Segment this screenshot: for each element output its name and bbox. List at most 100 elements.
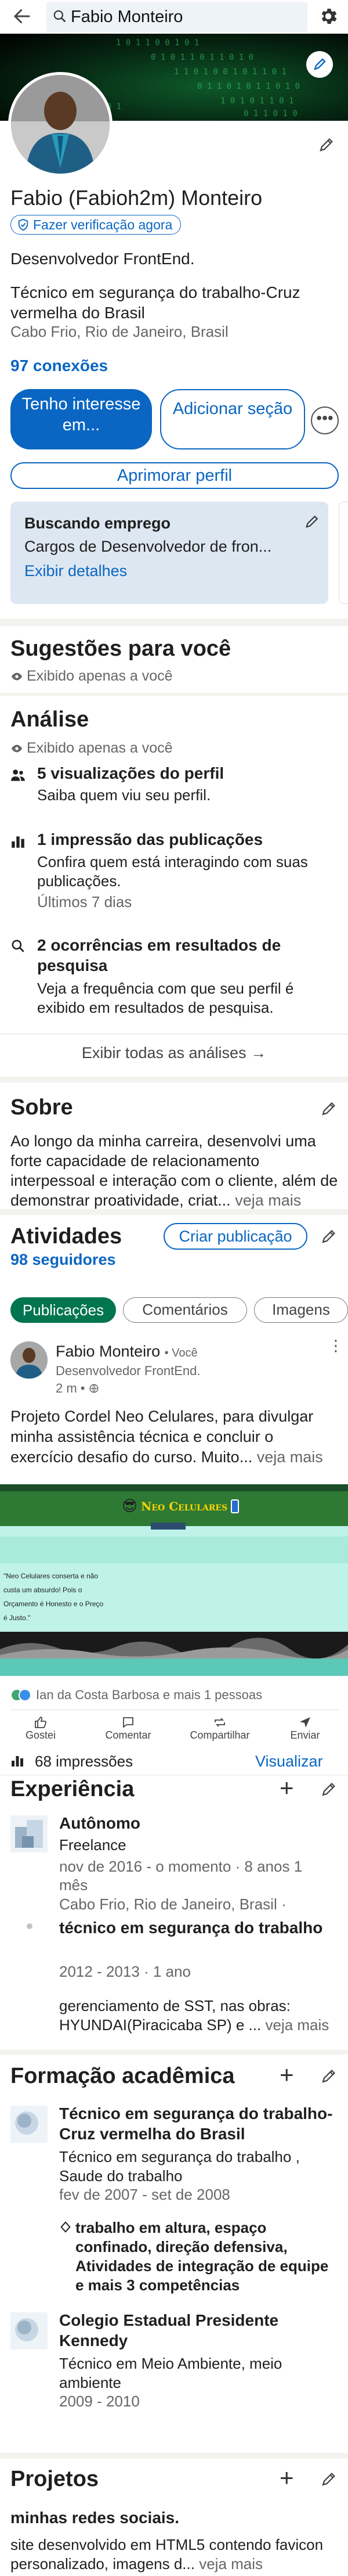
search-input[interactable]: Fabio Monteiro xyxy=(46,2,307,32)
analytics-visibility: Exibido apenas a você xyxy=(10,740,173,757)
analytics-item-title: 2 ocorrências em resultados de pesquisa xyxy=(37,936,281,974)
back-arrow-icon[interactable] xyxy=(12,6,32,27)
svg-text:0 1 1 0 1 0: 0 1 1 0 1 0 xyxy=(244,109,298,118)
school-logo xyxy=(10,2312,48,2350)
experience-item[interactable]: técnico em segurança do trabalho 2012 - … xyxy=(10,1917,341,2039)
next-card-peek[interactable] xyxy=(339,502,348,604)
post-more-options-icon[interactable]: ⋮ xyxy=(328,1338,343,1353)
analytics-item-search-appearances[interactable]: 2 ocorrências em resultados de pesquisa … xyxy=(10,935,341,1016)
post-see-more-link[interactable]: veja mais xyxy=(257,1448,323,1466)
suggestions-visibility: Exibido apenas a você xyxy=(10,668,173,685)
analytics-item-desc: Confira quem está interagindo com suas p… xyxy=(37,853,308,890)
experience-company: Freelance xyxy=(59,1836,126,1854)
add-education-icon[interactable]: + xyxy=(280,2063,294,2087)
company-logo xyxy=(10,1815,48,1852)
project-see-more-link[interactable]: veja mais xyxy=(199,2555,263,2573)
analytics-item-title: 1 impressão das publicações xyxy=(37,830,263,848)
tab-comments[interactable]: Comentários xyxy=(123,1297,247,1323)
globe-icon xyxy=(89,1383,99,1394)
like-label: Gostei xyxy=(25,1729,56,1741)
eye-icon xyxy=(10,670,23,683)
post-author-line: Fabio Monteiro • Você xyxy=(56,1343,198,1361)
edit-projects-icon[interactable] xyxy=(320,2470,338,2488)
edit-open-to-work-icon[interactable] xyxy=(304,513,320,530)
project-desc-text: site desenvolvido em HTML5 contendo favi… xyxy=(10,2536,324,2573)
add-experience-icon[interactable]: + xyxy=(280,1776,294,1800)
verify-button[interactable]: Fazer verificação agora xyxy=(10,215,182,235)
share-action[interactable]: Compartilhar xyxy=(182,1715,258,1742)
school-name: Colegio Estadual Presidente Kennedy xyxy=(59,2311,279,2350)
suggestions-visibility-text: Exibido apenas a você xyxy=(27,668,173,684)
about-see-more-link[interactable]: veja mais xyxy=(235,1192,301,1209)
reaction-icons xyxy=(10,1689,31,1701)
sunglasses-emoji-icon: 😎 xyxy=(122,1497,138,1514)
open-to-work-details-link[interactable]: Exibir detalhes xyxy=(24,562,127,580)
open-to-button[interactable]: Tenho interesse em... xyxy=(10,389,152,449)
analytics-item-period: Últimos 7 dias xyxy=(37,893,132,911)
edit-education-icon[interactable] xyxy=(320,2067,338,2085)
experience-title: Experiência xyxy=(10,1777,135,1801)
school-name: Técnico em segurança do trabalho-Cruz ve… xyxy=(59,2104,333,2143)
edit-cover-button[interactable] xyxy=(306,51,333,78)
experience-desc-text: gerenciamento de SST, nas obras: HYUNDAI… xyxy=(59,1997,291,2034)
experience-desc: gerenciamento de SST, nas obras: HYUNDAI… xyxy=(59,1996,341,2035)
enhance-profile-button[interactable]: Aprimorar perfil xyxy=(10,462,339,489)
bar-chart-icon xyxy=(10,834,26,849)
education-skills: trabalho em altura, espaço confinado, di… xyxy=(75,2219,329,2294)
post-avatar[interactable] xyxy=(10,1341,48,1379)
education-dates: 2009 - 2010 xyxy=(59,2392,140,2410)
experience-card: Experiência + Autônomo Freelance nov de … xyxy=(0,1776,348,2050)
view-impressions-link[interactable]: Visualizar xyxy=(255,1753,323,1771)
edit-activity-icon[interactable] xyxy=(320,1228,338,1245)
people-icon xyxy=(10,768,26,783)
projects-title: Projetos xyxy=(10,2467,99,2491)
analytics-item-profile-views[interactable]: 5 visualizações do perfil Saiba quem viu… xyxy=(10,764,341,811)
post-image[interactable]: 😎 Neo Celulares "Neo Celulares conserta … xyxy=(0,1484,348,1676)
analytics-item-post-impressions[interactable]: 1 impressão das publicações Confira quem… xyxy=(10,830,341,923)
education-title: Formação acadêmica xyxy=(10,2064,235,2088)
about-card: Sobre Ao longo da minha carreira, desenv… xyxy=(0,1082,348,1209)
activity-card: Atividades 98 seguidores Criar publicaçã… xyxy=(0,1215,348,1771)
edit-experience-icon[interactable] xyxy=(320,1780,338,1798)
comment-label: Comentar xyxy=(105,1729,151,1741)
thumbs-up-icon xyxy=(34,1715,48,1729)
experience-title: Autônomo xyxy=(59,1814,140,1832)
post-reactions[interactable]: Ian da Costa Barbosa e mais 1 pessoas xyxy=(10,1688,262,1703)
analytics-card: Análise Exibido apenas a você 5 visualiz… xyxy=(0,696,348,1077)
banner-quote: "Neo Celulares conserta e não custa um a… xyxy=(3,1572,104,1622)
svg-text:0 1 1 0 1 0 1 1 0 1 0: 0 1 1 0 1 0 1 1 0 1 0 xyxy=(197,82,300,91)
followers-count[interactable]: 98 seguidores xyxy=(10,1251,116,1269)
svg-text:1 0 1 0 1 1 0 1: 1 0 1 0 1 1 0 1 xyxy=(220,96,293,106)
edit-intro-icon[interactable] xyxy=(318,136,335,153)
project-title[interactable]: minhas redes sociais. xyxy=(10,2509,179,2527)
experience-see-more-link[interactable]: veja mais xyxy=(265,2016,329,2034)
add-section-button[interactable]: Adicionar seção xyxy=(160,389,305,449)
experience-item[interactable]: Autônomo Freelance nov de 2016 - o momen… xyxy=(10,1813,341,1913)
more-options-button[interactable]: ••• xyxy=(311,406,339,434)
tab-posts[interactable]: Publicações xyxy=(10,1297,116,1323)
education-item[interactable]: Técnico em segurança do trabalho-Cruz ve… xyxy=(10,2103,341,2295)
post-author[interactable]: Fabio Monteiro xyxy=(56,1343,160,1360)
send-action[interactable]: Enviar xyxy=(276,1715,334,1742)
comment-action[interactable]: Comentar xyxy=(96,1715,160,1742)
experience-location: Cabo Frio, Rio de Janeiro, Brasil · xyxy=(59,1895,287,1913)
tab-images[interactable]: Imagens xyxy=(254,1297,348,1323)
post-text: Projeto Cordel Neo Celulares, para divul… xyxy=(10,1406,340,1467)
experience-dates: 2012 - 2013 · 1 ano xyxy=(59,1963,191,1980)
education-item[interactable]: Colegio Estadual Presidente Kennedy Técn… xyxy=(10,2310,341,2444)
edit-about-icon[interactable] xyxy=(320,1100,338,1117)
like-action[interactable]: Gostei xyxy=(12,1715,70,1742)
about-title: Sobre xyxy=(10,1095,73,1120)
connections-link[interactable]: 97 conexões xyxy=(10,357,108,375)
impressions-count: 68 impressões xyxy=(35,1753,133,1770)
avatar[interactable] xyxy=(8,72,113,177)
open-to-work-text: Cargos de Desenvolvedor de fron... xyxy=(24,538,272,555)
add-project-icon[interactable]: + xyxy=(280,2466,294,2490)
create-post-button[interactable]: Criar publicação xyxy=(164,1223,307,1250)
like-reaction-icon xyxy=(19,1689,31,1701)
school-logo xyxy=(10,2106,48,2143)
show-all-analytics-link[interactable]: Exibir todas as análises → xyxy=(0,1044,348,1062)
analytics-item-title: 5 visualizações do perfil xyxy=(37,764,224,782)
open-to-work-box[interactable]: Buscando emprego Cargos de Desenvolvedor… xyxy=(10,502,328,604)
settings-gear-icon[interactable] xyxy=(318,6,339,27)
